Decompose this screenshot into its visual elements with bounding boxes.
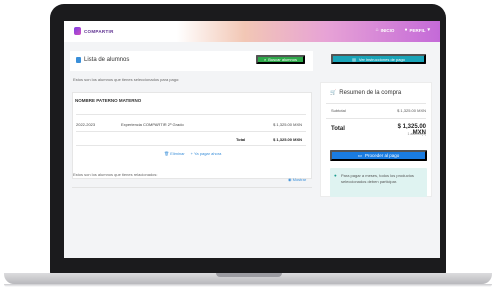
top-navbar: COMPARTIR ⌂ INICIO ● PERFIL ▾ [64, 21, 440, 42]
summary-title-text: Resumen de la compra [339, 90, 402, 96]
nav-home-label: INICIO [380, 27, 395, 33]
proceed-payment-button[interactable]: ▭ Proceder al pago [330, 150, 427, 161]
nav-links: ⌂ INICIO ● PERFIL ▾ [376, 27, 430, 33]
divider [76, 131, 306, 132]
total-label: Total [236, 137, 246, 142]
home-icon: ⌂ [375, 27, 379, 33]
total-amount: $ 1,325.00 MXN [273, 137, 302, 142]
document-icon: ▤ [352, 56, 356, 62]
student-name: NOMBRE PATERNO MATERNO [75, 98, 142, 103]
eye-icon: ◉ [288, 177, 292, 182]
payment-instructions-button[interactable]: ▤ Ver instrucciones de pago [331, 54, 426, 64]
summary-title: 🛒 Resumen de la compra [330, 90, 401, 96]
screen: COMPARTIR ⌂ INICIO ● PERFIL ▾ Lista de a… [64, 21, 440, 258]
divider [326, 103, 426, 104]
laptop-frame: COMPARTIR ⌂ INICIO ● PERFIL ▾ Lista de a… [0, 0, 495, 287]
search-students-label: Buscar alumnos [268, 57, 297, 62]
info-text: Para pagar a meses, todos los productos … [341, 173, 414, 184]
subtotal-label: Subtotal [331, 108, 346, 113]
pay-now-label: Ya pagar ahora [194, 151, 222, 156]
user-icon: ● [404, 27, 408, 33]
student-card [72, 92, 312, 179]
card-icon: ▭ [357, 152, 362, 158]
list-icon [76, 57, 81, 63]
brand-logo[interactable]: COMPARTIR [74, 27, 114, 35]
nav-profile-link[interactable]: ● PERFIL ▾ [404, 27, 430, 33]
show-link[interactable]: ◉ Mostrar [288, 177, 306, 182]
total-label: Total [331, 126, 345, 132]
delete-link[interactable]: 🗑 Eliminar [164, 151, 185, 156]
total-units: 1 alumno(s) [407, 132, 426, 136]
show-label: Mostrar [292, 177, 307, 182]
pay-now-link[interactable]: + Ya pagar ahora [191, 151, 222, 156]
divider [76, 114, 306, 115]
row-item: Experiencia COMPARTIR 2º Grado [121, 122, 184, 127]
nav-profile-label: PERFIL [409, 27, 426, 33]
proceed-payment-label: Proceder al pago [364, 153, 400, 158]
nav-home-link[interactable]: ⌂ INICIO [376, 27, 395, 33]
row-amount: $ 1,325.00 MXN [273, 122, 302, 127]
related-hint: Estos son los alumnos que tienes relacio… [73, 172, 158, 177]
brand-name: COMPARTIR [84, 28, 114, 34]
subtotal-value: $ 1,325.00 MXN [397, 108, 426, 113]
cart-icon: 🛒 [330, 90, 337, 96]
search-students-button[interactable]: ⌕ Buscar alumnos [256, 55, 305, 64]
laptop-notch [216, 273, 282, 277]
payment-instructions-label: Ver instrucciones de pago [358, 56, 405, 62]
divider [72, 187, 312, 188]
row-period: 2022-2023 [76, 122, 96, 127]
delete-label: Eliminar [170, 151, 185, 156]
plus-icon: + [190, 151, 193, 156]
brand-mark-icon [74, 27, 81, 35]
divider [326, 118, 426, 119]
search-icon: ⌕ [264, 57, 267, 62]
students-title-text: Lista de alumnos [84, 57, 130, 63]
info-icon: ● [334, 173, 337, 178]
card-actions: 🗑 Eliminar + Ya pagar ahora [164, 151, 221, 156]
chevron-down-icon: ▾ [427, 27, 430, 33]
selected-hint: Estos son los alumnos que tienes selecci… [73, 77, 180, 82]
trash-icon: 🗑 [164, 151, 170, 156]
students-title: Lista de alumnos [76, 57, 129, 63]
divider [76, 145, 306, 146]
